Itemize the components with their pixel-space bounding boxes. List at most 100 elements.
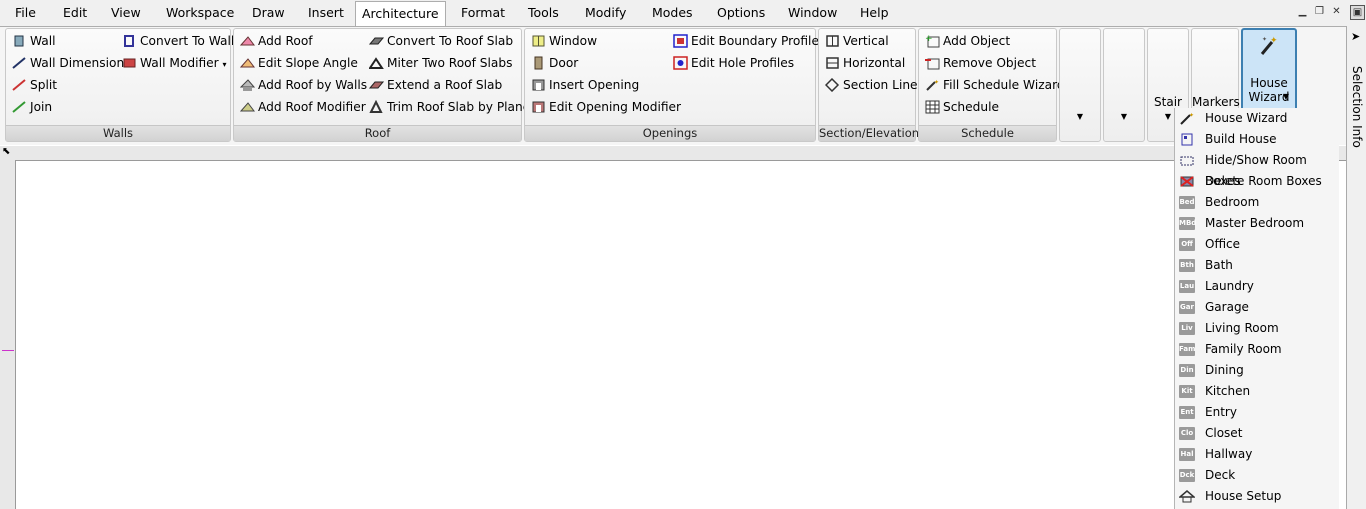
wall-modifier-icon (123, 58, 136, 68)
dropdown-item-living-room[interactable]: Liv Living Room (1175, 318, 1339, 339)
ruler-origin-icon[interactable]: ⬉ (2, 146, 10, 157)
menu-format[interactable]: Format (455, 0, 511, 25)
add-roof-button[interactable]: Add Roof (238, 31, 313, 51)
add-roof-modifier-label: Add Roof Modifier (258, 100, 366, 114)
menu-modify[interactable]: Modify (579, 0, 632, 25)
dropdown-item-garage[interactable]: Gar Garage (1175, 297, 1339, 318)
schedule-button[interactable]: Schedule (923, 97, 999, 117)
section-elevation-panel-title: Section/Elevation (819, 125, 920, 141)
convert-to-roof-slab-icon (369, 37, 384, 45)
fill-schedule-wizard-button[interactable]: ✦ Fill Schedule Wizard (923, 75, 1065, 95)
add-roof-modifier-button[interactable]: Add Roof Modifier (238, 97, 366, 117)
add-roof-label: Add Roof (258, 34, 313, 48)
add-roof-by-walls-button[interactable]: Add Roof by Walls (238, 75, 367, 95)
convert-to-wall-label: Convert To Wall (140, 34, 235, 48)
convert-to-wall-icon (124, 35, 134, 47)
dropdown-item-closet[interactable]: Clo Closet (1175, 423, 1339, 444)
trim-roof-slab-by-plane-label: Trim Roof Slab by Plane (387, 100, 531, 114)
dropdown-item-dining[interactable]: Din Dining (1175, 360, 1339, 381)
menu-edit[interactable]: Edit (57, 0, 93, 25)
horizontal-label: Horizontal (843, 56, 906, 70)
dropdown-item-kitchen[interactable]: Kit Kitchen (1175, 381, 1339, 402)
svg-text:✦: ✦ (934, 79, 939, 86)
menu-insert[interactable]: Insert (302, 0, 350, 25)
menu-tools[interactable]: Tools (522, 0, 565, 25)
wall-button[interactable]: Wall (10, 31, 56, 51)
menu-view[interactable]: View (105, 0, 147, 25)
add-roof-icon (240, 36, 255, 46)
dropdown-item-delete-room-boxes[interactable]: Delete Room Boxes (1175, 171, 1339, 192)
fill-schedule-wizard-icon: ✦ (926, 79, 939, 91)
insert-opening-button[interactable]: Insert Opening (529, 75, 639, 95)
menu-bar: File Edit View Workspace Draw Insert Arc… (0, 0, 1366, 28)
section-line-icon (825, 78, 840, 92)
menu-workspace[interactable]: Workspace (160, 0, 240, 25)
menu-draw[interactable]: Draw (246, 0, 291, 25)
dropdown-item-hallway[interactable]: Hal Hallway (1175, 444, 1339, 465)
wall-modifier-button[interactable]: Wall Modifier ▾ (120, 53, 227, 73)
remove-object-button[interactable]: Remove Object (923, 53, 1036, 73)
bath-icon: Bth (1179, 259, 1195, 272)
schedule-icon (925, 100, 940, 114)
collapsed-group-1-button[interactable]: ▼ (1059, 28, 1101, 142)
edit-opening-modifier-icon (532, 101, 545, 113)
menu-file[interactable]: File (9, 0, 42, 25)
wall-dimension-button[interactable]: Wall Dimension (10, 53, 124, 73)
close-icon[interactable]: ✕ (1330, 5, 1343, 18)
door-button[interactable]: Door (529, 53, 578, 73)
section-line-button[interactable]: Section Line (823, 75, 918, 95)
door-label: Door (549, 56, 579, 70)
bedroom-icon: Bed (1179, 196, 1195, 209)
horizontal-button[interactable]: Horizontal (823, 53, 905, 73)
convert-to-wall-button[interactable]: Convert To Wall (120, 31, 234, 51)
dropdown-item-deck[interactable]: Dck Deck (1175, 465, 1339, 486)
extend-a-roof-slab-button[interactable]: Extend a Roof Slab (367, 75, 502, 95)
minimize-icon[interactable]: ▁ (1296, 5, 1309, 18)
add-roof-modifier-icon (240, 102, 255, 112)
vertical-button[interactable]: Vertical (823, 31, 889, 51)
join-button[interactable]: Join (10, 97, 52, 117)
dropdown-item-office[interactable]: Off Office (1175, 234, 1339, 255)
svg-text:+: + (925, 34, 933, 44)
edit-hole-profiles-button[interactable]: Edit Hole Profiles (671, 53, 794, 73)
miter-two-roof-slabs-button[interactable]: Miter Two Roof Slabs (367, 53, 512, 73)
menu-help[interactable]: Help (854, 0, 895, 25)
dropdown-item-master-bedroom[interactable]: MBd Master Bedroom (1175, 213, 1339, 234)
edit-slope-angle-button[interactable]: Edit Slope Angle (238, 53, 358, 73)
dropdown-item-build-house[interactable]: Build House (1175, 129, 1339, 150)
dropdown-item-house-setup[interactable]: House Setup (1175, 486, 1339, 507)
add-roof-by-walls-label: Add Roof by Walls (258, 78, 368, 92)
dropdown-item-label: Kitchen (1205, 384, 1251, 398)
window-button[interactable]: Window (529, 31, 597, 51)
dropdown-item-bedroom[interactable]: Bed Bedroom (1175, 192, 1339, 213)
dropdown-item-entry[interactable]: Ent Entry (1175, 402, 1339, 423)
menu-modes[interactable]: Modes (646, 0, 699, 25)
family-room-icon: Fam (1179, 343, 1195, 356)
split-button[interactable]: Split (10, 75, 57, 95)
dropdown-item-label: Build House (1205, 132, 1277, 146)
collapsed-group-2-button[interactable]: ▼ (1103, 28, 1145, 142)
menu-window[interactable]: Window (782, 0, 843, 25)
chevron-down-icon: ▼ (1282, 92, 1289, 101)
restore-icon[interactable]: ❐ (1313, 5, 1326, 18)
add-object-icon: + (925, 34, 940, 48)
add-object-button[interactable]: + Add Object (923, 31, 1010, 51)
dropdown-item-hide-show-room-boxes[interactable]: Hide/Show Room Boxes (1175, 150, 1339, 188)
drawing-canvas[interactable] (16, 161, 1346, 509)
dropdown-item-house-wizard[interactable]: ✦ House Wizard (1175, 108, 1339, 129)
trim-roof-slab-by-plane-button[interactable]: Trim Roof Slab by Plane (367, 97, 530, 117)
convert-to-roof-slab-button[interactable]: Convert To Roof Slab (367, 31, 513, 51)
edit-opening-modifier-button[interactable]: Edit Opening Modifier (529, 97, 681, 117)
dropdown-item-family-room[interactable]: Fam Family Room (1175, 339, 1339, 360)
edit-hole-profiles-label: Edit Hole Profiles (691, 56, 795, 70)
edit-boundary-profiles-button[interactable]: Edit Boundary Profiles (671, 31, 825, 51)
menu-architecture[interactable]: Architecture (355, 1, 446, 28)
selection-info-palette[interactable]: ➤ Selection Info (1346, 26, 1366, 509)
schedule-panel-title: Schedule (919, 125, 1056, 141)
menu-options[interactable]: Options (711, 0, 771, 25)
schedule-panel: + Add Object Remove Object ✦ Fill Schedu… (918, 28, 1065, 142)
dropdown-item-laundry[interactable]: Lau Laundry (1175, 276, 1339, 297)
dropdown-item-bath[interactable]: Bth Bath (1175, 255, 1339, 276)
section-elevation-panel: Vertical Horizontal Section Line Section… (818, 28, 920, 142)
pointer-icon[interactable]: ➤ (1351, 30, 1360, 43)
